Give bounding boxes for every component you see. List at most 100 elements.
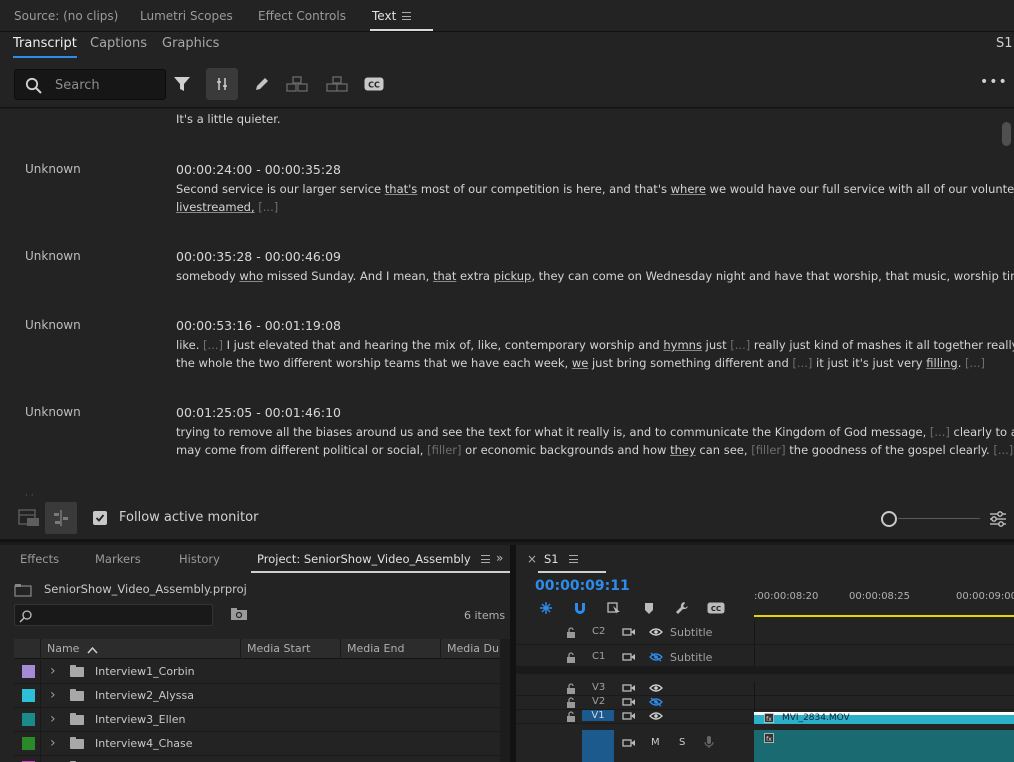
- expand-chevron-icon[interactable]: ›: [50, 663, 56, 679]
- lock-icon[interactable]: [566, 711, 576, 722]
- track-id[interactable]: V2: [592, 696, 605, 707]
- lock-icon[interactable]: [566, 697, 576, 708]
- sync-lock-icon[interactable]: [622, 697, 636, 707]
- work-area-bar[interactable]: [754, 615, 1014, 617]
- segment-text[interactable]: trying to remove all the biases around u…: [176, 423, 1014, 459]
- sync-lock-icon[interactable]: [622, 652, 636, 662]
- expand-chevron-icon[interactable]: ›: [50, 735, 56, 751]
- column-media-start[interactable]: Media Start: [240, 639, 340, 659]
- label-color-swatch[interactable]: [22, 737, 35, 750]
- label-color-swatch[interactable]: [22, 689, 35, 702]
- create-captions-button[interactable]: CC: [358, 68, 390, 100]
- search-input[interactable]: [55, 75, 159, 95]
- track-lane[interactable]: [754, 696, 1014, 710]
- transcript-settings-button[interactable]: [206, 68, 238, 100]
- segment-timecode[interactable]: 00:00:53:16 - 00:01:19:08: [176, 318, 341, 333]
- video-clip[interactable]: fx MVI_2834.MOV: [754, 712, 1014, 724]
- segment-text[interactable]: Second service is our larger service tha…: [176, 180, 1014, 216]
- project-row[interactable]: ›: [14, 756, 500, 762]
- captions-cc-icon[interactable]: CC: [707, 602, 725, 614]
- lock-icon[interactable]: [566, 652, 576, 663]
- wrench-icon[interactable]: [675, 601, 689, 615]
- transcript-scrollbar[interactable]: [1002, 122, 1011, 146]
- speaker-label[interactable]: Unknown: [25, 405, 81, 419]
- tab-sequence[interactable]: S1: [538, 545, 605, 573]
- eye-off-icon[interactable]: [649, 652, 663, 662]
- track-lane[interactable]: [754, 621, 1014, 645]
- lock-icon[interactable]: [566, 683, 576, 694]
- merge-segment-button[interactable]: [321, 68, 353, 100]
- tab-effect-controls[interactable]: Effect Controls: [258, 0, 346, 32]
- lock-icon[interactable]: [566, 627, 576, 638]
- project-search-field[interactable]: [14, 604, 213, 626]
- track-header-v3[interactable]: V3: [516, 682, 754, 696]
- eye-icon[interactable]: [649, 683, 663, 693]
- settings-sliders-icon[interactable]: [988, 509, 1008, 529]
- project-row[interactable]: › Interview4_Chase: [14, 732, 500, 756]
- expand-chevron-icon[interactable]: ›: [50, 687, 56, 703]
- track-id[interactable]: C1: [592, 651, 605, 662]
- microphone-icon[interactable]: [704, 735, 714, 749]
- tab-transcript[interactable]: Transcript: [13, 32, 77, 60]
- close-icon[interactable]: ×: [527, 552, 537, 566]
- speaker-label[interactable]: Unknown: [25, 318, 81, 332]
- tab-menu-icon[interactable]: [402, 12, 412, 20]
- tab-project[interactable]: Project: SeniorShow_Video_Assembly: [251, 545, 518, 573]
- project-scrollbar[interactable]: [500, 639, 510, 762]
- track-id[interactable]: C2: [592, 626, 605, 637]
- eye-icon[interactable]: [649, 711, 663, 721]
- tab-menu-icon[interactable]: [568, 555, 578, 563]
- tab-captions[interactable]: Captions: [90, 32, 147, 60]
- tab-graphics[interactable]: Graphics: [162, 32, 219, 60]
- audio-clip[interactable]: fx: [754, 730, 1014, 762]
- segment-text[interactable]: like. [...] I just elevated that and hea…: [176, 336, 1014, 372]
- eye-off-icon[interactable]: [649, 697, 663, 707]
- track-lane[interactable]: [754, 682, 1014, 696]
- playhead-timecode[interactable]: 00:00:09:11: [535, 578, 630, 594]
- linked-selection-icon[interactable]: [607, 601, 621, 615]
- solo-button[interactable]: S: [679, 737, 685, 748]
- audio-target-a1[interactable]: [582, 730, 614, 762]
- eye-icon[interactable]: [649, 627, 663, 637]
- sync-lock-icon[interactable]: [622, 711, 636, 721]
- follow-monitor-checkbox[interactable]: [93, 511, 107, 525]
- bin-search-icon[interactable]: [230, 607, 248, 621]
- project-row[interactable]: › Interview2_Alyssa: [14, 684, 500, 708]
- tab-lumetri-scopes[interactable]: Lumetri Scopes: [140, 0, 233, 32]
- tab-text[interactable]: Text: [369, 0, 434, 32]
- add-marker-icon[interactable]: [643, 602, 655, 615]
- segment-text[interactable]: somebody who missed Sunday. And I mean, …: [176, 267, 1014, 285]
- nest-icon[interactable]: [539, 601, 553, 615]
- column-media-duration[interactable]: Media Dura: [440, 639, 500, 659]
- zoom-slider-track[interactable]: [898, 518, 980, 519]
- segment-timecode[interactable]: 00:00:35:28 - 00:00:46:09: [176, 249, 341, 264]
- time-ruler[interactable]: :00:00:08:20 00:00:08:25 00:00:09:00: [754, 585, 1014, 619]
- zoom-slider-knob[interactable]: [881, 511, 897, 527]
- track-header-v1[interactable]: V1: [516, 710, 754, 724]
- speaker-label[interactable]: Unknown: [25, 162, 81, 176]
- segment-timecode[interactable]: 00:00:24:00 - 00:00:35:28: [176, 162, 341, 177]
- project-row[interactable]: › Interview3_Ellen: [14, 708, 500, 732]
- edit-button[interactable]: [246, 68, 278, 100]
- label-color-swatch[interactable]: [22, 665, 35, 678]
- mute-button[interactable]: M: [651, 737, 660, 748]
- tab-markers[interactable]: Markers: [95, 545, 141, 573]
- more-panels-icon[interactable]: »: [496, 551, 503, 565]
- split-segment-button[interactable]: [281, 68, 313, 100]
- column-media-end[interactable]: Media End: [340, 639, 440, 659]
- toggle-sync-lock-icon[interactable]: [622, 738, 636, 748]
- tab-effects[interactable]: Effects: [20, 545, 59, 573]
- export-icon[interactable]: [18, 508, 40, 528]
- sync-lock-icon[interactable]: [622, 627, 636, 637]
- tab-history[interactable]: History: [179, 545, 220, 573]
- label-color-swatch[interactable]: [22, 713, 35, 726]
- tab-source[interactable]: Source: (no clips): [14, 0, 118, 32]
- track-header-v2[interactable]: V2: [516, 696, 754, 710]
- project-row[interactable]: › Interview1_Corbin: [14, 660, 500, 684]
- track-header-c2[interactable]: C2 Subtitle: [516, 621, 754, 645]
- more-options-icon[interactable]: •••: [980, 74, 1008, 90]
- sync-lock-icon[interactable]: [622, 683, 636, 693]
- column-name[interactable]: Name: [40, 639, 242, 659]
- tab-menu-icon[interactable]: [480, 555, 490, 563]
- filter-button[interactable]: [166, 68, 198, 100]
